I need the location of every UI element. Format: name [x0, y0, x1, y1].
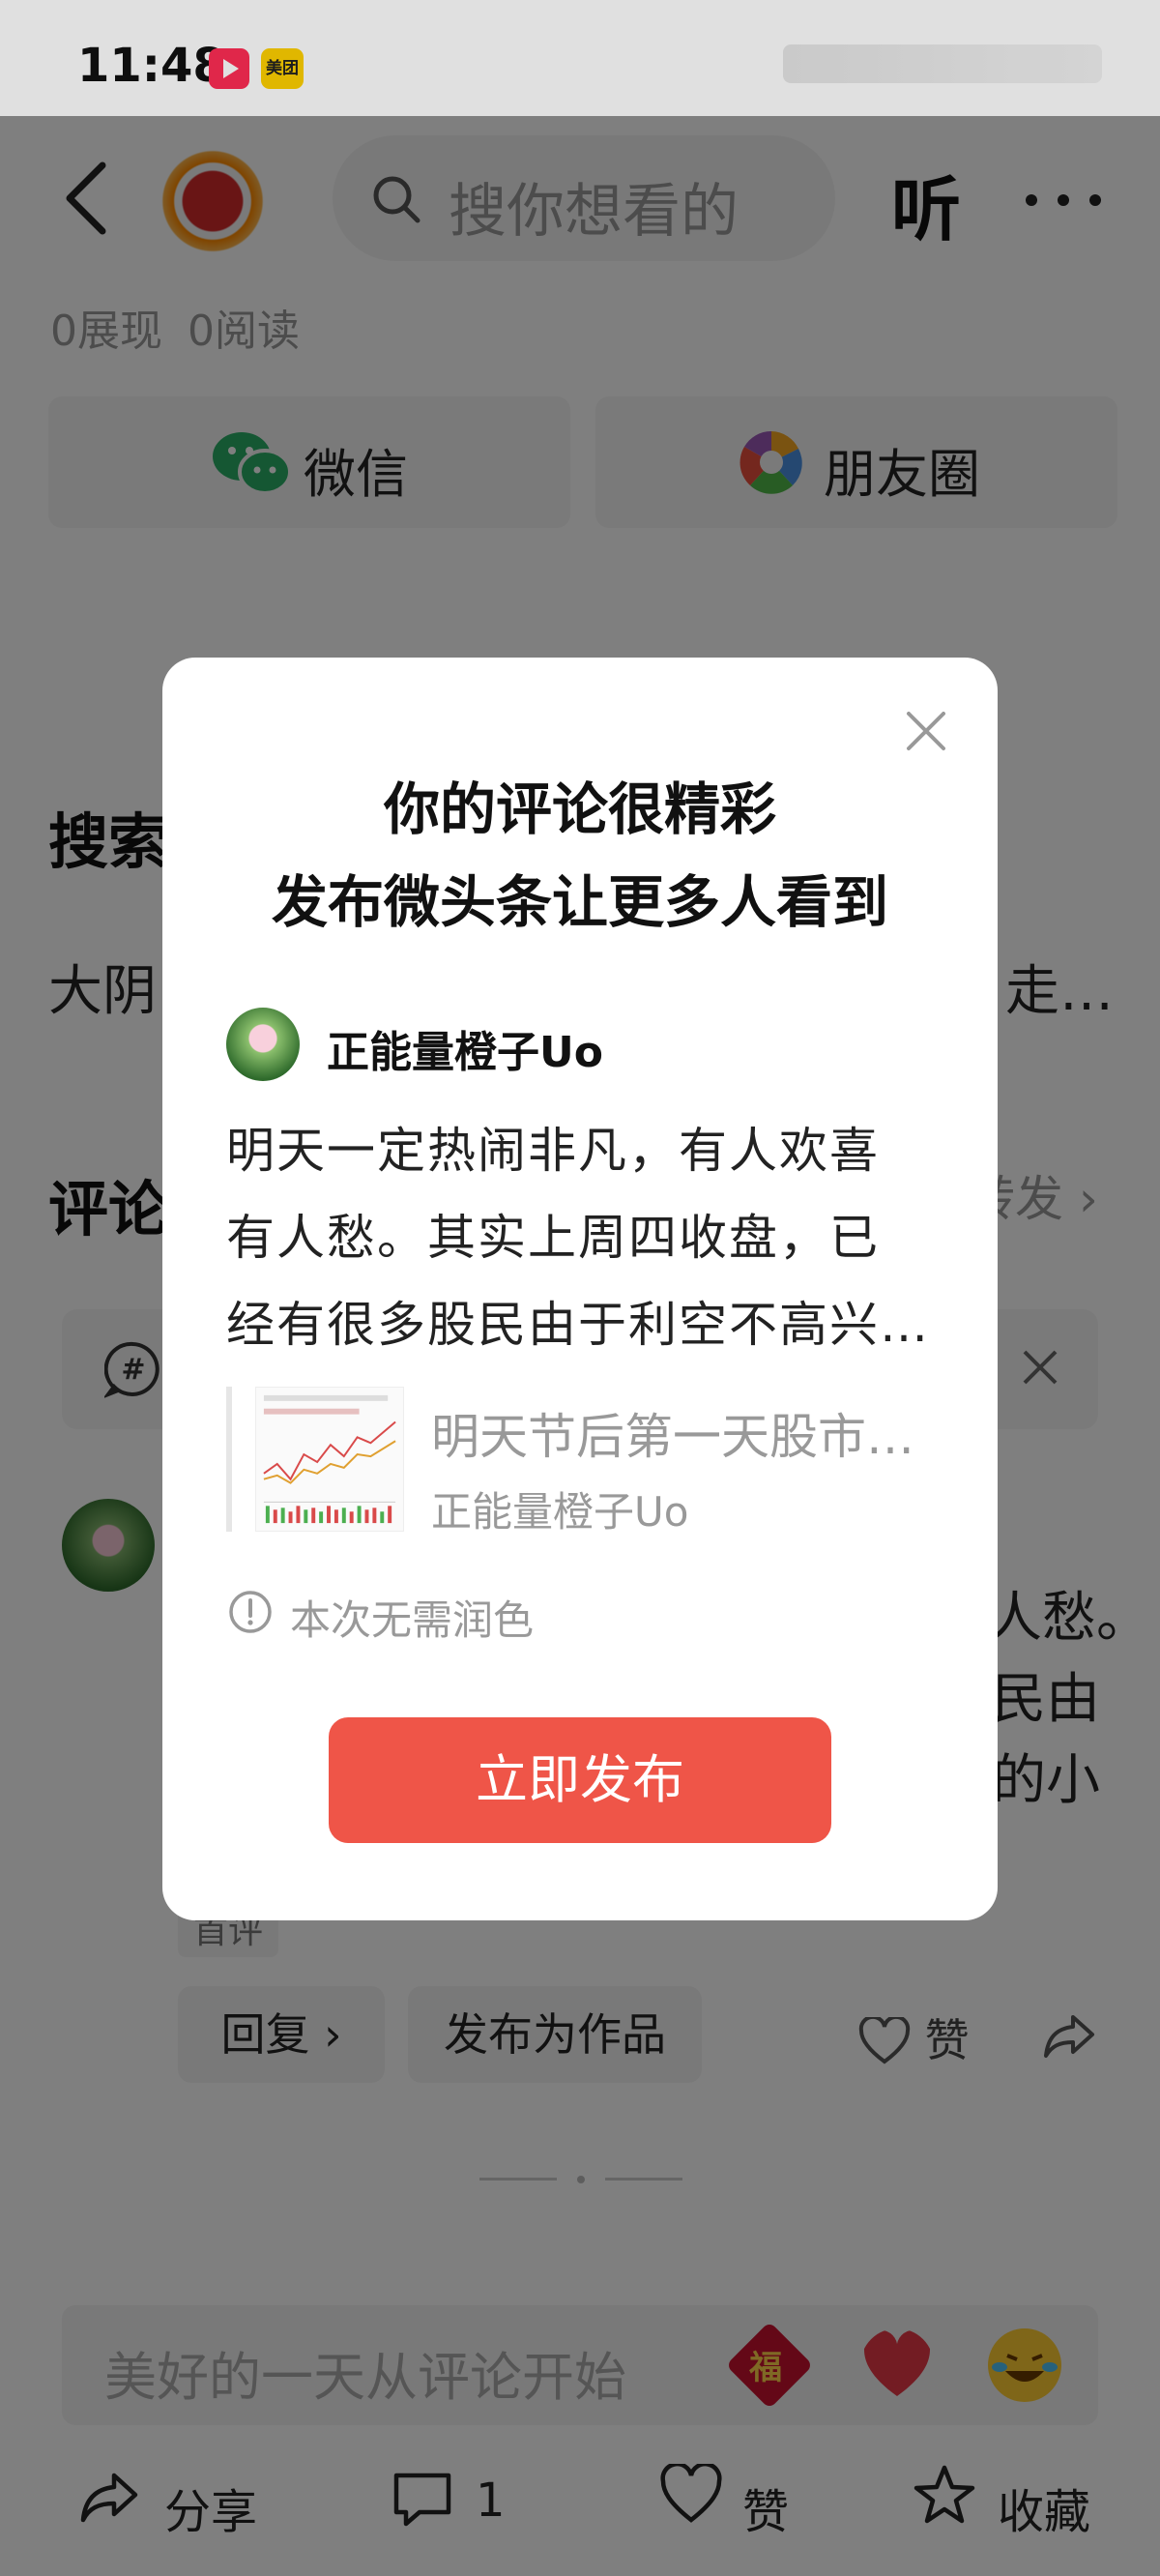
publish-dialog: 你的评论很精彩 发布微头条让更多人看到 正能量橙子Uo 明天一定热闹非凡，有人欢… [162, 658, 998, 1920]
post-content-line1: 明天一定热闹非凡，有人欢喜 [226, 1123, 880, 1179]
author-avatar [226, 1008, 300, 1081]
close-icon[interactable] [903, 708, 949, 754]
dialog-title-line1: 你的评论很精彩 [383, 776, 776, 842]
status-dim [0, 0, 1160, 116]
author-name: 正能量橙子Uo [327, 1028, 603, 1077]
article-page: 11:48 美团 搜你想看的 听 0展现0阅读 微信 [0, 0, 1160, 2576]
dialog-title-line2: 发布微头条让更多人看到 [271, 869, 888, 935]
post-content-line2: 有人愁。其实上周四收盘，已 [226, 1210, 880, 1266]
post-content-line3: 经有很多股民由于利空不高兴… [226, 1297, 930, 1353]
info-icon [229, 1591, 272, 1633]
quoted-article-author: 正能量橙子Uo [431, 1488, 689, 1536]
quote-divider [226, 1387, 232, 1532]
stock-chart-thumbnail [255, 1387, 404, 1532]
polish-notice: 本次无需润色 [290, 1596, 535, 1644]
publish-now-button[interactable]: 立即发布 [329, 1717, 831, 1843]
quoted-article-title[interactable]: 明天节后第一天股市… [431, 1398, 914, 1468]
